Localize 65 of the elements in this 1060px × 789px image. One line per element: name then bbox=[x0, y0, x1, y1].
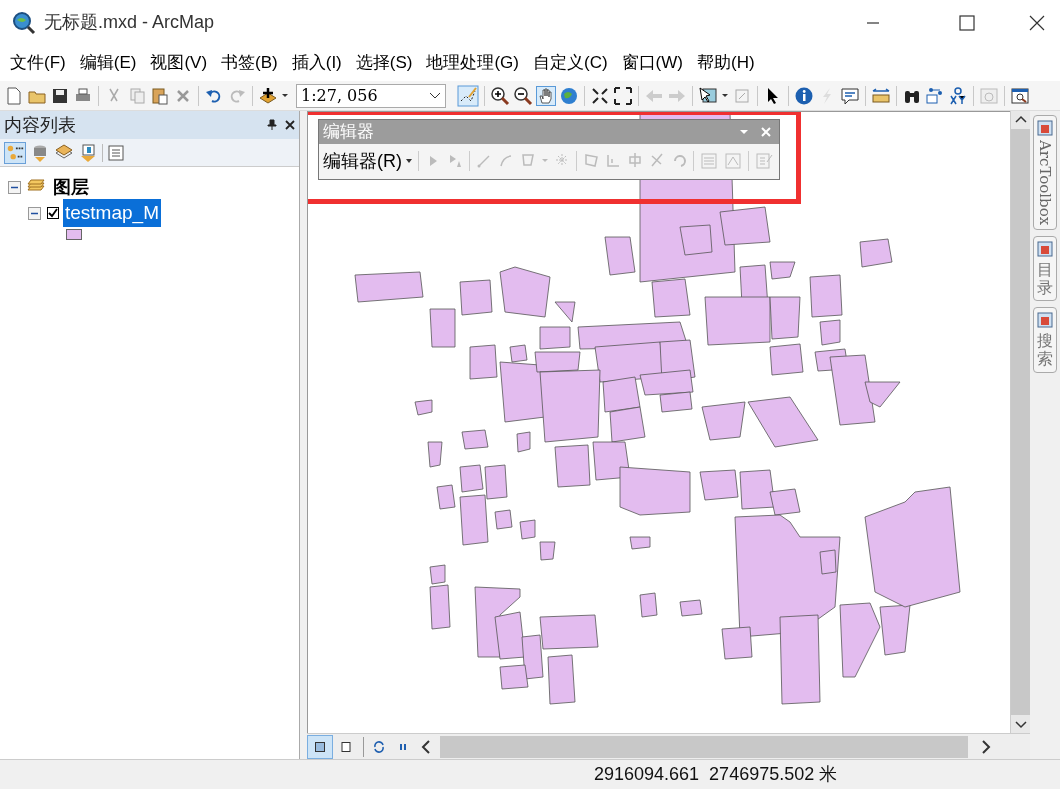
close-icon[interactable] bbox=[285, 120, 295, 130]
drawing-order-icon[interactable] bbox=[4, 141, 26, 164]
menu-item[interactable]: 文件(F) bbox=[10, 46, 66, 80]
map-icon bbox=[315, 741, 325, 752]
zoom-out-icon[interactable] bbox=[513, 85, 533, 106]
window-icon bbox=[1037, 241, 1053, 258]
menu-item[interactable]: 编辑(E) bbox=[79, 46, 137, 80]
menu-item[interactable]: 书签(B) bbox=[221, 46, 278, 80]
maximize-icon bbox=[959, 14, 975, 31]
vertical-scrollbar-thumb[interactable] bbox=[1011, 129, 1030, 715]
dock-tab[interactable]: 搜索 bbox=[1033, 307, 1057, 373]
close-icon bbox=[1029, 14, 1045, 31]
layer-name[interactable]: testmap_M bbox=[63, 198, 161, 228]
data-view-button[interactable] bbox=[307, 734, 333, 759]
expand-toggle[interactable] bbox=[28, 206, 41, 220]
menu-item[interactable]: 窗口(W) bbox=[621, 46, 683, 80]
dock-tab[interactable]: 目录 bbox=[1033, 236, 1057, 302]
magnifier-window-icon[interactable] bbox=[1010, 85, 1030, 106]
editor-toolbar-icon[interactable] bbox=[457, 84, 479, 107]
dropdown-icon[interactable] bbox=[739, 129, 749, 135]
globe-icon[interactable] bbox=[559, 85, 579, 106]
select-features-icon[interactable] bbox=[698, 85, 718, 106]
page-icon bbox=[341, 741, 351, 752]
speech-bubble-icon[interactable] bbox=[840, 85, 860, 106]
menu-item[interactable]: 插入(I) bbox=[291, 46, 342, 80]
menu-item[interactable]: 帮助(H) bbox=[697, 46, 755, 80]
zoom-in-arrows-icon[interactable] bbox=[590, 85, 610, 106]
layer-group-label[interactable]: 图层 bbox=[53, 173, 89, 201]
zoom-out-arrows-icon[interactable] bbox=[613, 85, 633, 106]
dock-tab[interactable]: ArcToolbox bbox=[1033, 115, 1057, 231]
new-document-icon[interactable] bbox=[4, 85, 24, 106]
caret-icon bbox=[406, 159, 412, 163]
add-data-icon[interactable] bbox=[258, 85, 278, 106]
toolbar-title: 编辑器 bbox=[323, 121, 374, 144]
coordinates-readout: 2916094.661 2746975.502 米 bbox=[594, 763, 838, 786]
route-icon[interactable] bbox=[925, 85, 945, 106]
info-icon[interactable] bbox=[794, 85, 814, 106]
minimize-icon bbox=[866, 21, 880, 24]
horizontal-scrollbar-thumb[interactable] bbox=[440, 735, 968, 758]
window-icon bbox=[1037, 312, 1053, 329]
globe-magnifier-icon bbox=[12, 10, 36, 35]
xy-icon[interactable] bbox=[948, 85, 968, 106]
checkmark-icon bbox=[48, 208, 58, 218]
scroll-left-icon[interactable] bbox=[420, 738, 432, 755]
scale-dropdown[interactable]: 1:27, 056 bbox=[296, 83, 446, 108]
menu-item[interactable]: 自定义(C) bbox=[533, 46, 608, 80]
refresh-icon[interactable] bbox=[372, 739, 386, 754]
menu-item[interactable]: 选择(S) bbox=[355, 46, 413, 80]
expand-toggle[interactable] bbox=[8, 180, 21, 194]
menu-item[interactable]: 视图(V) bbox=[150, 46, 208, 80]
options-icon[interactable] bbox=[107, 143, 125, 162]
pause-icon[interactable] bbox=[398, 741, 408, 752]
hand-icon[interactable] bbox=[536, 85, 556, 106]
paste-icon[interactable] bbox=[150, 85, 170, 106]
layer-checkbox[interactable] bbox=[47, 207, 59, 219]
scroll-right-icon[interactable] bbox=[980, 738, 992, 755]
menu-item[interactable]: 地理处理(G) bbox=[426, 46, 519, 80]
chevron-down-icon bbox=[429, 91, 441, 100]
pin-icon[interactable] bbox=[267, 119, 277, 131]
window-title: 无标题.mxd - ArcMap bbox=[44, 11, 215, 34]
panel-title: 内容列表 bbox=[4, 113, 76, 137]
ruler-icon[interactable] bbox=[871, 85, 891, 106]
window-icon bbox=[1037, 120, 1053, 136]
zoom-in-icon[interactable] bbox=[490, 85, 510, 106]
editor-menu-button[interactable]: 编辑器(R) bbox=[323, 147, 412, 175]
